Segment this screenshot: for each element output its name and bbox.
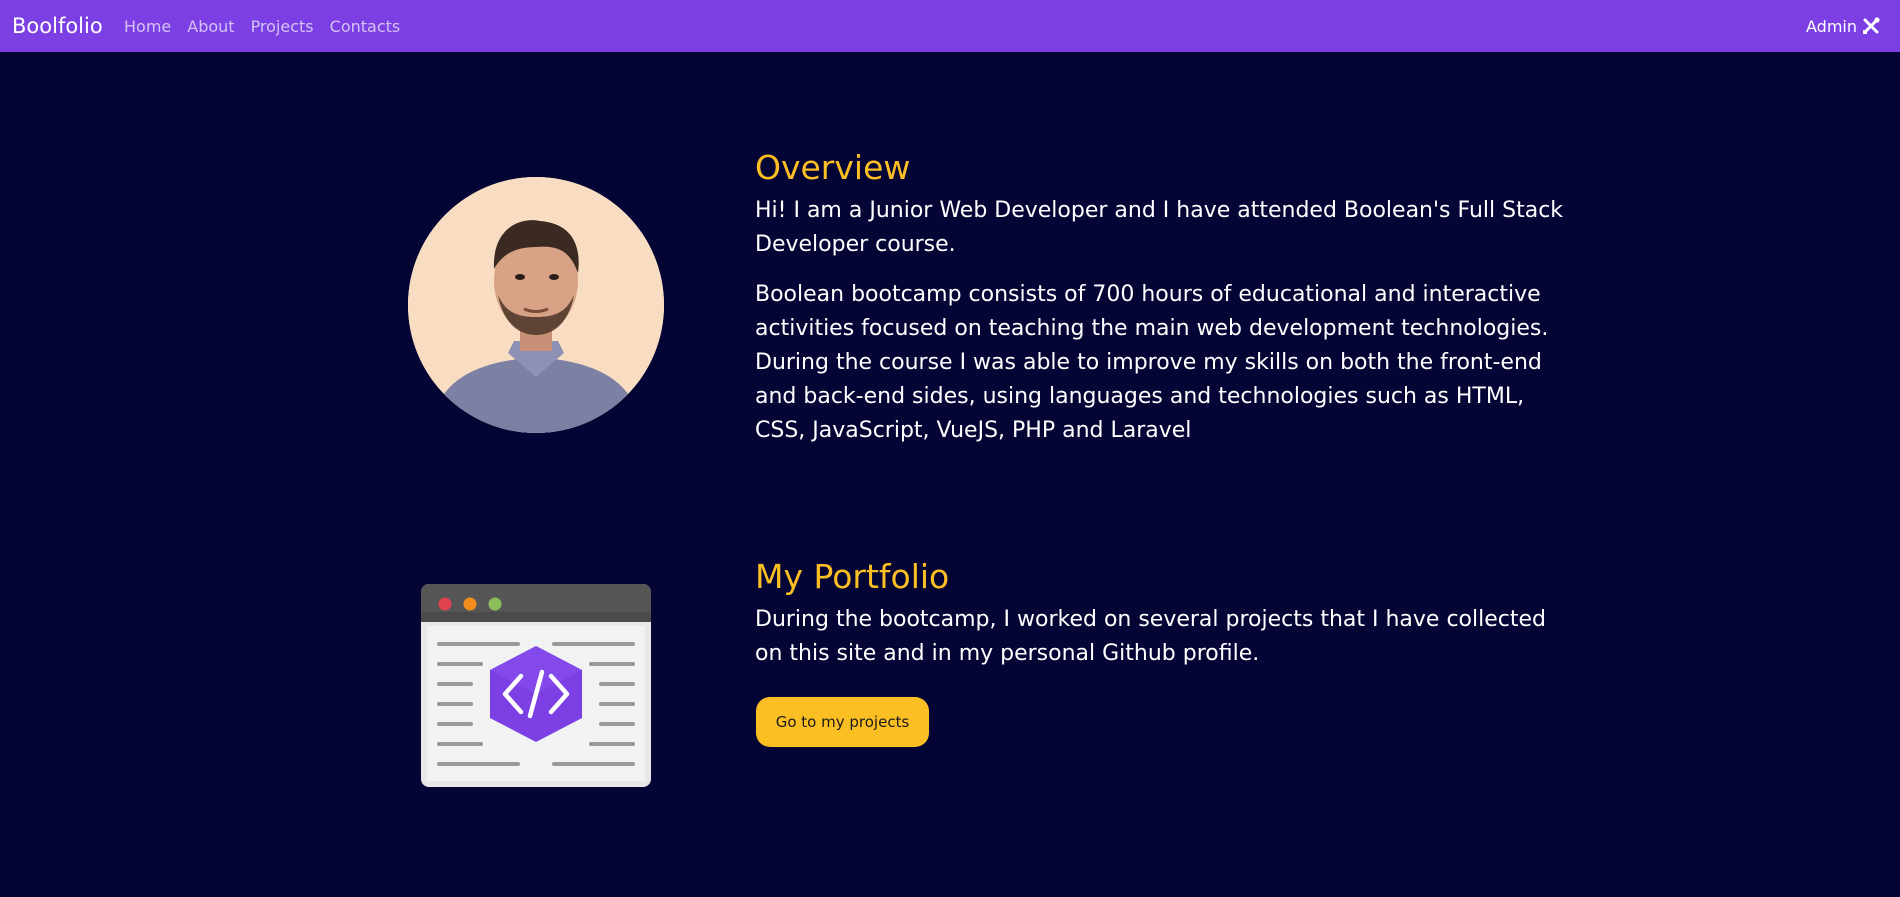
code-window-icon: [421, 584, 651, 787]
top-navbar: Boolfolio Home About Projects Contacts A…: [0, 0, 1900, 52]
nav-link-about[interactable]: About: [187, 17, 234, 36]
brand-link[interactable]: Boolfolio: [12, 0, 103, 52]
portfolio-text: During the bootcamp, I worked on several…: [755, 607, 1546, 666]
overview-intro: Hi! I am a Junior Web Developer and I ha…: [755, 198, 1564, 257]
overview-details: Boolean bootcamp consists of 700 hours o…: [755, 282, 1549, 443]
admin-link[interactable]: Admin: [1806, 0, 1880, 52]
portfolio-title: My Portfolio: [755, 557, 950, 596]
admin-label: Admin: [1806, 16, 1857, 36]
overview-title: Overview: [755, 148, 911, 187]
nav-link-contacts[interactable]: Contacts: [330, 17, 401, 36]
profile-avatar: [408, 177, 664, 433]
tools-icon: [1862, 17, 1880, 35]
go-to-projects-button[interactable]: Go to my projects: [756, 697, 929, 747]
nav-link-home[interactable]: Home: [124, 17, 171, 36]
nav-link-projects[interactable]: Projects: [251, 17, 314, 36]
nav-links: Home About Projects Contacts: [124, 0, 400, 52]
